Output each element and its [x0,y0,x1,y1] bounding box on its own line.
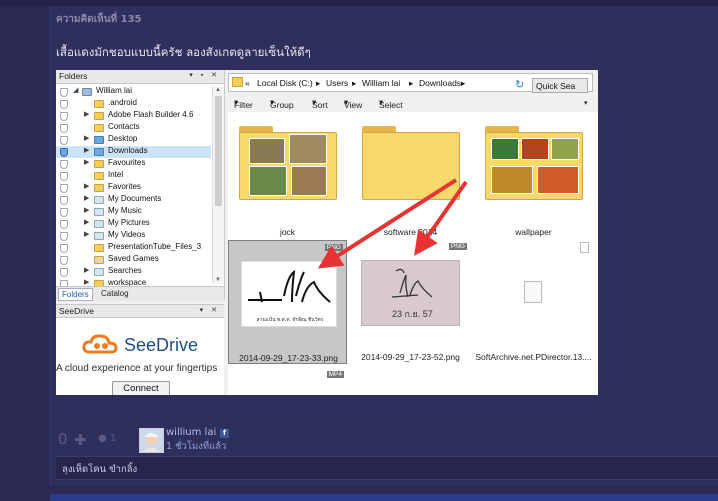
next-comment-text: ลุงเห็ดโคน ขำกลิ้ง [62,464,138,475]
timestamp: 1 ชั่วโมงที่แล้ว [166,441,227,452]
reply-count[interactable]: ● 1 [98,433,116,444]
comment-message: เสื้อแดงมักชอบแบบนี้ครัช ลองสังเกตดูลายเ… [56,45,311,59]
vote-count: 0 [58,430,68,448]
reply-count-value: 1 [109,433,117,444]
annotation-arrows [317,178,468,269]
vote-plus-icon[interactable]: ✚ [74,431,87,449]
avatar-face-icon [140,429,163,452]
comment-footer: 0 ✚ ● 1 willium lai f 1 ชั่วโมงที่แล้ว [56,427,718,456]
red-arrow-icon [414,180,468,256]
reply-icon: ● [98,433,107,444]
next-comment-box[interactable]: ลุงเห็ดโคน ขำกลิ้ง [56,456,718,480]
avatar[interactable] [139,428,164,453]
bottom-strip [50,494,718,501]
embedded-screenshot[interactable]: Folders ▾ ▪ ✕ ◢ William lai .android ▶ Ado… [56,70,598,395]
comment-number: ความคิดเห็นที่ 135 [56,14,142,25]
facebook-icon[interactable]: f [220,429,229,438]
username-link[interactable]: willium lai [166,427,216,438]
